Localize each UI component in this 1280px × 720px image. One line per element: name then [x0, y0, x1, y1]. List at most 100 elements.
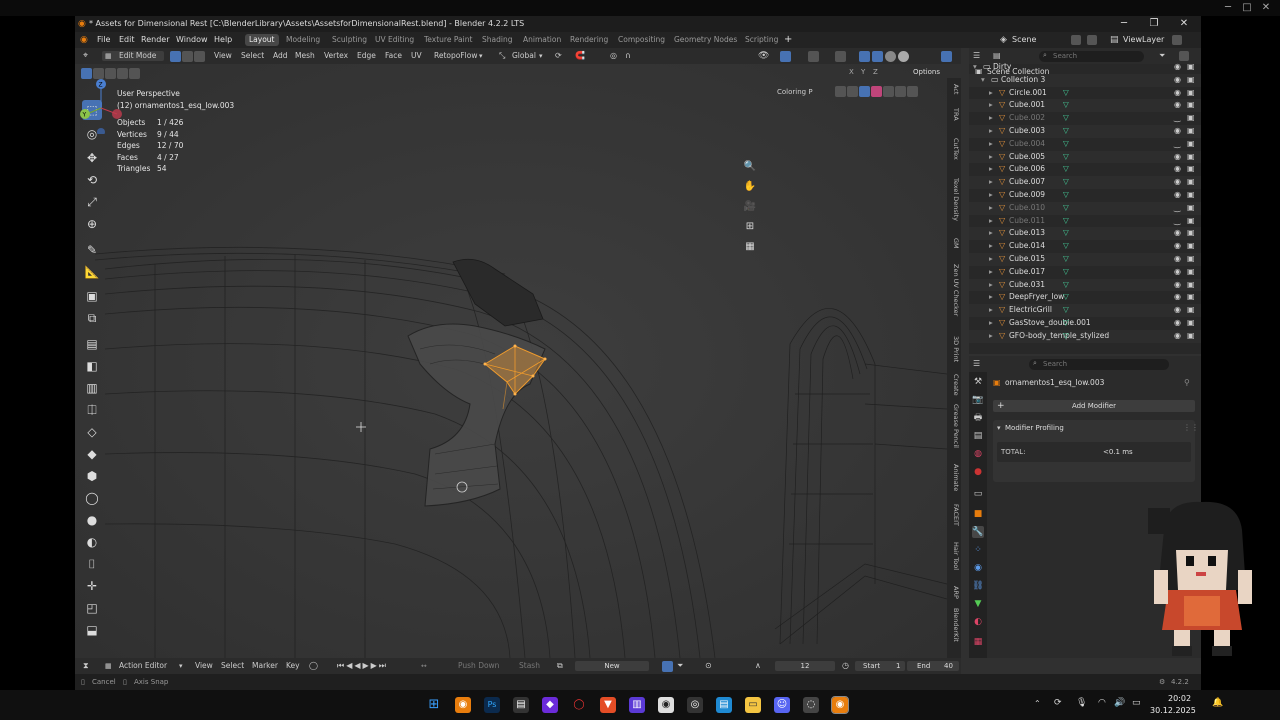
stash-button[interactable]: Stash: [519, 658, 540, 674]
render-camera-icon[interactable]: ▣: [1187, 215, 1195, 228]
tab-zen-uv-checker[interactable]: Zen UV Checker: [948, 264, 960, 316]
options-dropdown[interactable]: Options: [913, 68, 940, 76]
outliner-row[interactable]: ▸ ▽ Cube.013 ▽ ◉ ▣: [969, 227, 1201, 241]
render-camera-icon[interactable]: ▣: [1187, 74, 1195, 87]
overlay-toggle-icon[interactable]: [808, 51, 819, 62]
world-tab-icon[interactable]: ●: [972, 466, 984, 478]
render-camera-icon[interactable]: ▣: [1187, 253, 1195, 266]
chevron-right-icon[interactable]: ▸: [989, 291, 993, 304]
render-camera-icon[interactable]: ▣: [1187, 176, 1195, 189]
outliner-row[interactable]: ▸ ▽ Cube.011 ▽ ‿ ▣: [969, 215, 1201, 228]
render-camera-icon[interactable]: ▣: [1187, 202, 1195, 215]
tab-texture-paint[interactable]: Texture Paint: [420, 34, 476, 46]
eye-icon[interactable]: ◉: [1174, 87, 1181, 100]
app-icon[interactable]: ▥: [629, 697, 645, 713]
physics-tab-icon[interactable]: ◉: [972, 562, 984, 574]
data-tab-icon[interactable]: ▼: [972, 598, 984, 610]
add-workspace-icon[interactable]: +: [784, 32, 792, 48]
mesh-data-icon[interactable]: ▽: [1063, 227, 1069, 240]
menu-edge[interactable]: Edge: [357, 48, 376, 64]
mesh-data-icon[interactable]: ▽: [1063, 125, 1069, 138]
outliner-row[interactable]: ▸ ▽ ElectricGrill ▽ ◉ ▣: [969, 304, 1201, 317]
edge-select-icon[interactable]: [182, 51, 193, 62]
current-frame-field[interactable]: 12: [775, 661, 835, 671]
properties-editor-icon[interactable]: ☰: [973, 359, 980, 368]
tab-shading[interactable]: Shading: [478, 34, 516, 46]
chevron-right-icon[interactable]: ▸: [989, 138, 993, 151]
eye-icon[interactable]: ◉: [1174, 227, 1181, 240]
vertex-select-icon[interactable]: [170, 51, 181, 62]
chevron-right-icon[interactable]: ▸: [989, 317, 993, 330]
tab-scripting[interactable]: Scripting: [741, 34, 782, 46]
grip-icon[interactable]: ⋮⋮: [1183, 423, 1199, 432]
eye-icon[interactable]: ◉: [1174, 253, 1181, 266]
outliner-editor-icon[interactable]: ☰: [973, 51, 980, 60]
chevron-right-icon[interactable]: ▸: [989, 189, 993, 202]
render-camera-icon[interactable]: ▣: [1187, 151, 1195, 164]
eye-icon[interactable]: ◉: [1174, 163, 1181, 176]
tab-act[interactable]: Act: [948, 84, 960, 94]
eye-icon[interactable]: ◉: [1174, 189, 1181, 202]
move-icon[interactable]: ✥: [82, 148, 102, 168]
editor-type-icon[interactable]: ⌖: [83, 48, 88, 64]
menu-help[interactable]: Help: [214, 32, 232, 48]
eye-icon[interactable]: ◉: [1174, 151, 1181, 164]
tab-3d-print[interactable]: 3D Print: [948, 336, 960, 362]
scale-icon[interactable]: ⤢: [82, 192, 102, 212]
measure-icon[interactable]: 📐: [82, 262, 102, 282]
chevron-right-icon[interactable]: ▸: [989, 176, 993, 189]
outliner-row[interactable]: ▸ ▽ Cube.005 ▽ ◉ ▣: [969, 150, 1201, 164]
mesh-data-icon[interactable]: ▽: [1063, 99, 1069, 112]
sidebar-toggle-icon[interactable]: [941, 51, 952, 62]
outliner-row[interactable]: ▸ ▽ Cube.003 ▽ ◉ ▣: [969, 125, 1201, 138]
mesh-data-icon[interactable]: ▽: [1063, 279, 1069, 292]
scene-name[interactable]: Scene: [1012, 32, 1036, 48]
pin-icon[interactable]: ⚲: [1184, 378, 1190, 387]
visibility-icon[interactable]: 👁: [758, 48, 769, 64]
outliner-row[interactable]: ▸ ▽ GFO-body_temple_stylized ▽ ◉ ▣: [969, 329, 1201, 343]
end-frame-field[interactable]: End 40: [907, 661, 959, 671]
menu-select[interactable]: Select: [221, 658, 244, 674]
chevron-right-icon[interactable]: ▸: [989, 151, 993, 164]
render-tab-icon[interactable]: 📷: [972, 394, 984, 406]
tray-mic-icon[interactable]: 🎙: [1076, 698, 1087, 708]
outliner-row[interactable]: ▸ ▽ Cube.031 ▽ ◉ ▣: [969, 278, 1201, 292]
eye-icon[interactable]: ◉: [1174, 74, 1181, 87]
ortho-grid-icon[interactable]: ⊞: [743, 220, 757, 234]
camera-view-icon[interactable]: 🎥: [743, 200, 757, 214]
shrink-fatten-icon[interactable]: ●: [82, 510, 102, 530]
obs-app-icon[interactable]: ◎: [687, 697, 703, 713]
navigation-gizmo[interactable]: Z Y: [75, 64, 125, 134]
view-layer-name[interactable]: ViewLayer: [1123, 32, 1164, 48]
outliner-row[interactable]: ▸ ▽ Cube.001 ▽ ◉ ▣: [969, 99, 1201, 113]
editor-type-icon[interactable]: ⧗: [83, 658, 89, 674]
tab-animation[interactable]: Animation: [519, 34, 565, 46]
render-camera-icon[interactable]: ▣: [1187, 138, 1195, 151]
mesh-data-icon[interactable]: ▽: [1063, 87, 1069, 100]
eye-icon[interactable]: ‿: [1174, 202, 1180, 215]
add-cube-icon[interactable]: ▣: [82, 286, 102, 306]
shading-solid-icon[interactable]: [872, 51, 883, 62]
output-tab-icon[interactable]: 🖶: [972, 412, 984, 424]
minimize-icon[interactable]: ─: [1222, 2, 1234, 14]
falloff-icon[interactable]: ∩: [625, 48, 631, 64]
record-icon[interactable]: ◯: [309, 658, 318, 674]
chevron-right-icon[interactable]: ▸: [989, 240, 993, 253]
outliner-row[interactable]: ▸ ▽ Cube.007 ▽ ◉ ▣: [969, 176, 1201, 189]
texture-tab-icon[interactable]: ▦: [972, 636, 984, 648]
tab-modeling[interactable]: Modeling: [282, 34, 324, 46]
chevron-right-icon[interactable]: ▸: [989, 253, 993, 266]
material-tab-icon[interactable]: ◐: [972, 616, 984, 628]
pivot-icon[interactable]: ⟳: [555, 48, 562, 64]
mesh-data-icon[interactable]: ▽: [1063, 266, 1069, 279]
new-view-layer-icon[interactable]: [1172, 35, 1182, 45]
modifier-tab-icon[interactable]: 🔧: [972, 526, 984, 538]
volume-icon[interactable]: 🔊: [1114, 698, 1125, 708]
menu-edit[interactable]: Edit: [119, 32, 135, 48]
object-tab-icon[interactable]: ■: [972, 508, 984, 520]
chevron-right-icon[interactable]: ▸: [989, 112, 993, 125]
face-select-icon[interactable]: [194, 51, 205, 62]
outliner-row[interactable]: ▸ ▽ Cube.002 ▽ ‿ ▣: [969, 112, 1201, 125]
snap-icon[interactable]: 🧲: [575, 48, 585, 64]
chevron-right-icon[interactable]: ▸: [989, 202, 993, 215]
